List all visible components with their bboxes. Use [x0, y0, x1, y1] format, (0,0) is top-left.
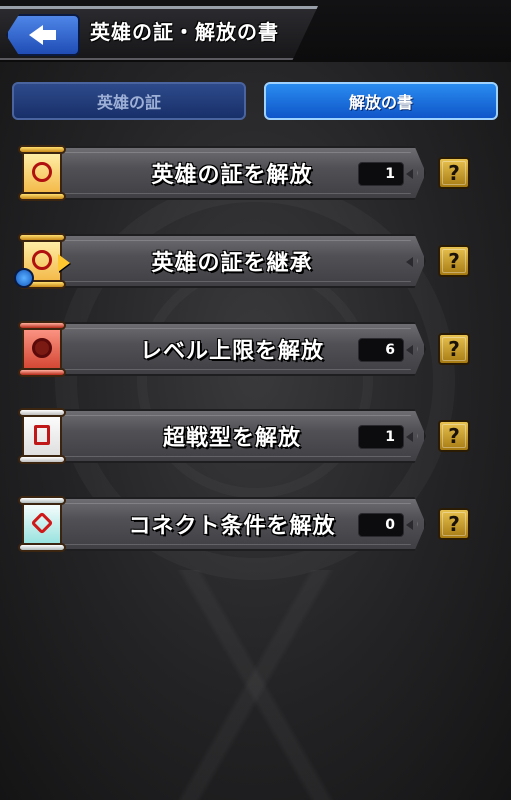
header-bar: 英雄の証・解放の書 [0, 0, 511, 62]
chevron-left-icon [406, 257, 413, 267]
menu-row-release-super-battle-type[interactable]: 超戦型を解放 1 [12, 405, 426, 467]
help-button-4[interactable]: ? [438, 420, 470, 452]
background-lines [0, 570, 511, 800]
row-label: コネクト条件を解放 [128, 514, 336, 539]
back-arrow-icon [29, 24, 57, 46]
menu-row-inherit-hero-proof[interactable]: 英雄の証を継承 [12, 230, 426, 292]
chevron-left-icon [406, 520, 413, 530]
chevron-left-icon [406, 432, 413, 442]
back-button[interactable] [6, 14, 80, 56]
item-count: 0 [358, 513, 404, 537]
help-button-1[interactable]: ? [438, 157, 470, 189]
tab-hero-proof[interactable]: 英雄の証 [12, 82, 246, 120]
arrow-right-icon [58, 254, 70, 272]
row-label: レベル上限を解放 [139, 339, 324, 364]
help-button-3[interactable]: ? [438, 333, 470, 365]
gold-scroll-icon [14, 142, 70, 204]
chevron-left-icon [406, 169, 413, 179]
help-button-2[interactable]: ? [438, 245, 470, 277]
row-label: 英雄の証を解放 [151, 163, 313, 188]
item-count: 1 [358, 162, 404, 186]
tab-release-book[interactable]: 解放の書 [264, 82, 498, 120]
menu-row-release-level-cap[interactable]: レベル上限を解放 6 [12, 318, 426, 380]
teal-scroll-icon [14, 493, 70, 555]
page-title: 英雄の証・解放の書 [90, 20, 279, 44]
help-button-5[interactable]: ? [438, 508, 470, 540]
chevron-left-icon [406, 345, 413, 355]
item-count: 6 [358, 338, 404, 362]
gold-scroll-inherit-icon [14, 230, 70, 292]
white-scroll-icon [14, 405, 70, 467]
menu-row-release-hero-proof[interactable]: 英雄の証を解放 1 [12, 142, 426, 204]
row-label: 超戦型を解放 [162, 426, 301, 451]
red-scroll-icon [14, 318, 70, 380]
row-label: 英雄の証を継承 [151, 251, 313, 276]
drop-badge-icon [14, 268, 34, 288]
item-count: 1 [358, 425, 404, 449]
menu-row-release-connect-condition[interactable]: コネクト条件を解放 0 [12, 493, 426, 555]
